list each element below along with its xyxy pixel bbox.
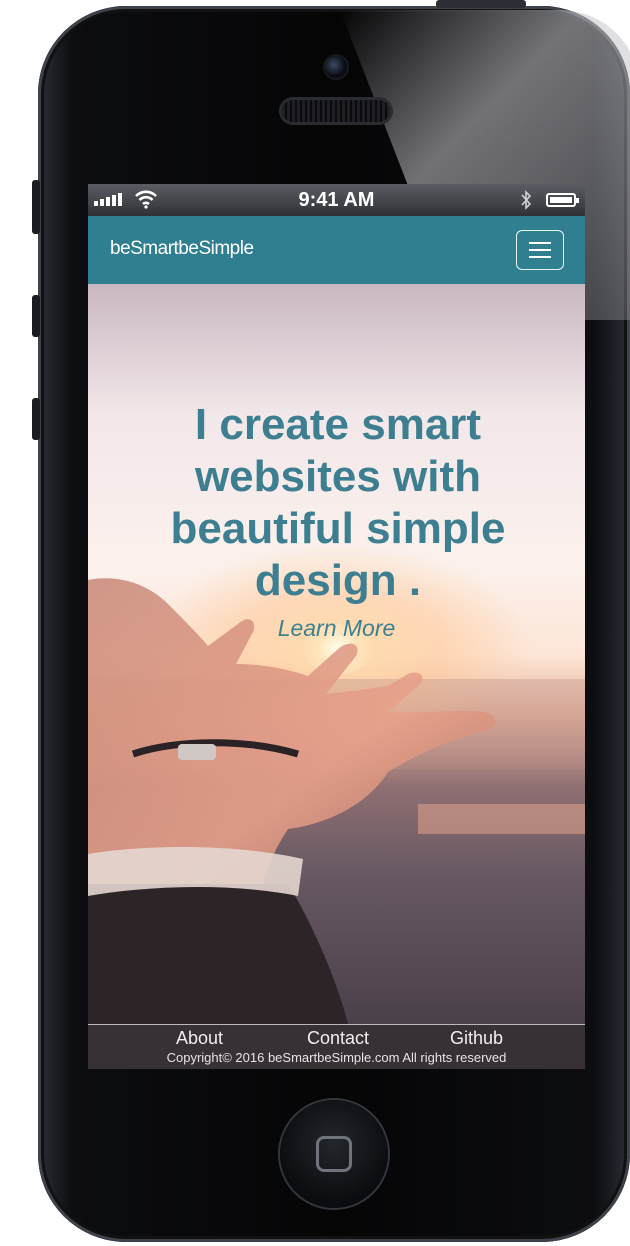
battery-icon [546,193,579,207]
hero-section: I create smart websites with beautiful s… [88,284,585,1024]
footer-links: About Contact Github [88,1028,585,1048]
phone-screen: 9:41 AM beSmartbeSimple I create smart w… [88,184,585,1069]
hero-headline: I create smart websites with beautiful s… [170,400,506,605]
navbar: beSmartbeSimple [88,216,585,284]
hamburger-bar [529,256,551,258]
mute-switch [32,180,40,234]
footer-link-about[interactable]: About [176,1028,223,1049]
site-logo[interactable]: beSmartbeSimple [110,238,254,260]
learn-more-link[interactable]: Learn More [88,615,585,642]
status-bar: 9:41 AM [88,184,585,216]
volume-up-button [32,295,40,337]
hand-photo [88,578,585,1024]
front-camera [325,56,347,78]
footer: About Contact Github Copyright© 2016 beS… [88,1024,585,1069]
hamburger-bar [529,249,551,251]
copyright-text: Copyright© 2016 beSmartbeSimple.com All … [166,1050,507,1065]
hamburger-menu-icon [529,242,551,244]
footer-link-contact[interactable]: Contact [307,1028,369,1049]
footer-link-github[interactable]: Github [450,1028,503,1049]
volume-down-button [32,398,40,440]
status-time: 9:41 AM [298,189,375,211]
earpiece-speaker [282,100,390,122]
home-button-icon [316,1136,352,1172]
hamburger-menu-button[interactable] [516,230,564,270]
power-button [436,0,526,8]
bluetooth-icon [521,190,532,210]
